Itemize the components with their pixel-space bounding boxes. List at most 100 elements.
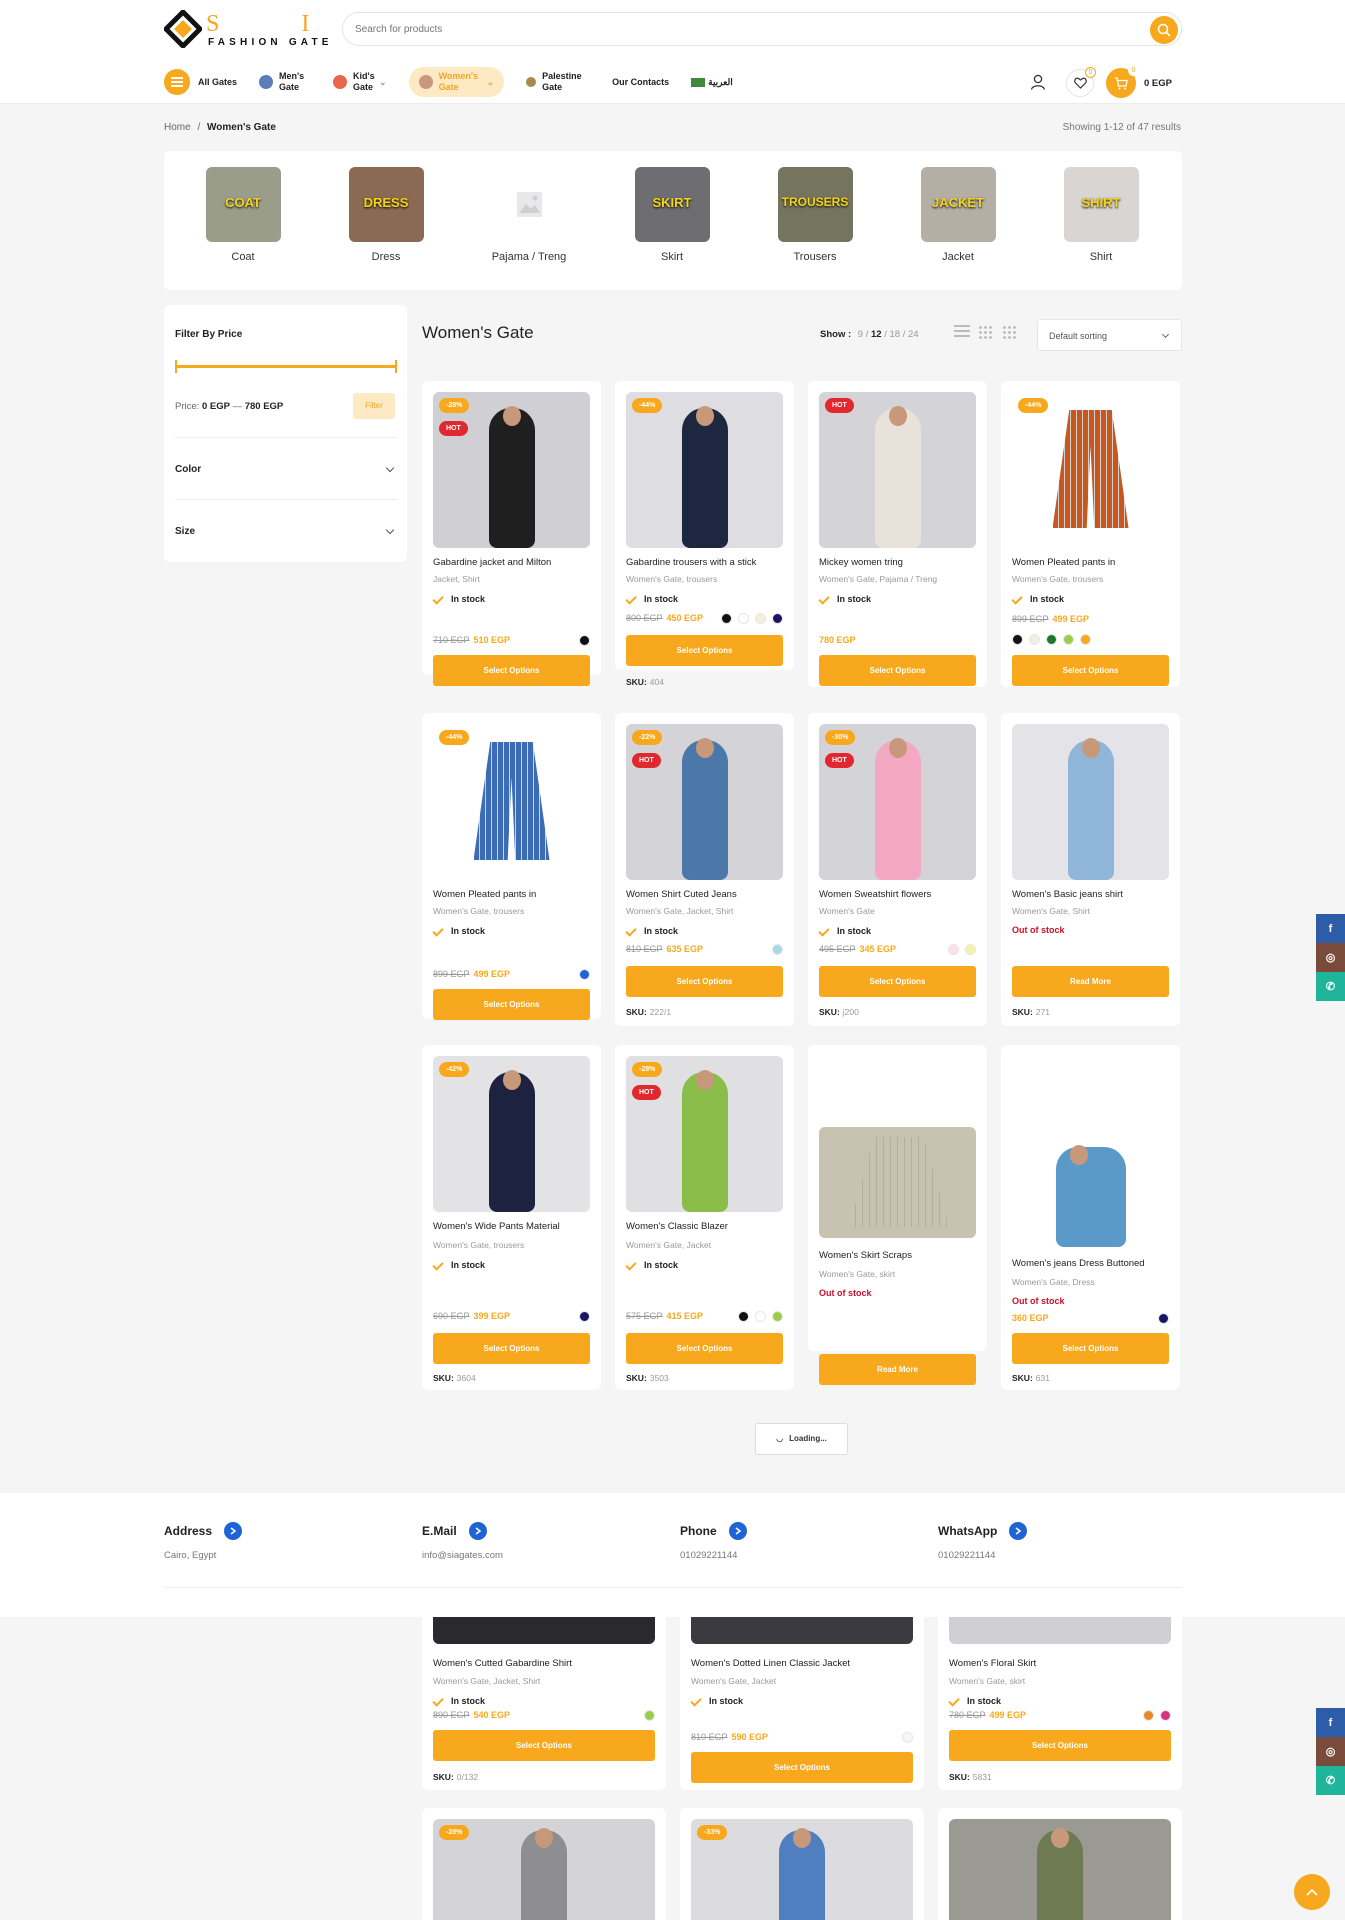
filter-button[interactable]: Filter: [353, 393, 395, 419]
product-card[interactable]: -30% HOT Women Sweatshirt flowers Women's G…: [808, 713, 987, 1026]
product-categories[interactable]: Women's Gate, Pajama / Treng: [819, 574, 937, 584]
nav-our-contacts[interactable]: Our Contacts: [612, 77, 669, 88]
product-categories[interactable]: Women's Gate, Jacket: [626, 1240, 711, 1250]
select-options-button[interactable]: Select Options: [1012, 1333, 1169, 1364]
price-slider[interactable]: [175, 360, 397, 373]
color-swatch[interactable]: [755, 1311, 766, 1322]
product-image[interactable]: [819, 392, 976, 548]
color-swatch[interactable]: [721, 613, 732, 624]
color-facet[interactable]: Color: [175, 437, 397, 499]
product-card[interactable]: -44% Women Pleated pants in Women's Gate, …: [1001, 381, 1180, 687]
select-options-button[interactable]: Select Options: [949, 1730, 1171, 1761]
product-card[interactable]: Women's Floral Skirt Women's Gate, skirt I…: [938, 1617, 1182, 1790]
whatsapp-icon[interactable]: ✆: [1316, 1766, 1345, 1795]
product-card[interactable]: Women's Basic jeans shirt Women's Gate, S…: [1001, 713, 1180, 1026]
product-card[interactable]: -42% Women's Wide Pants Material Women's G…: [422, 1045, 601, 1390]
category-skirt[interactable]: SKIRT Skirt: [612, 167, 732, 263]
sort-select[interactable]: Default sorting: [1037, 319, 1182, 351]
category-coat[interactable]: COAT Coat: [183, 167, 303, 263]
product-categories[interactable]: Women's Gate, trousers: [433, 906, 524, 916]
product-card[interactable]: -44% Gabardine trousers with a stick Women…: [615, 381, 794, 687]
category-trousers[interactable]: TROUSERS Trousers: [755, 167, 875, 263]
color-swatch[interactable]: [644, 1710, 655, 1721]
product-name[interactable]: Women's Classic Blazer: [626, 1221, 728, 1232]
product-image[interactable]: [626, 724, 783, 880]
product-image[interactable]: [691, 1617, 913, 1644]
facebook-icon[interactable]: f: [1316, 914, 1345, 943]
product-image[interactable]: [433, 1617, 655, 1644]
color-swatch[interactable]: [772, 1311, 783, 1322]
user-icon[interactable]: [1030, 74, 1046, 93]
per-page-18[interactable]: 18: [890, 329, 901, 340]
product-name[interactable]: Gabardine trousers with a stick: [626, 557, 756, 568]
grid-3-icon[interactable]: [978, 325, 994, 339]
arrow-right-icon[interactable]: [1009, 1522, 1028, 1540]
logo-icon[interactable]: [162, 8, 204, 50]
arrow-right-icon[interactable]: [224, 1522, 243, 1540]
read-more-button[interactable]: Read More: [1012, 966, 1169, 997]
select-options-button[interactable]: Select Options: [819, 655, 976, 686]
product-categories[interactable]: Women's Gate, Shirt: [1012, 906, 1090, 916]
color-swatch[interactable]: [902, 1732, 913, 1743]
product-image[interactable]: [626, 1056, 783, 1212]
product-image[interactable]: [433, 392, 590, 548]
product-name[interactable]: Women's Floral Skirt: [949, 1658, 1036, 1669]
select-options-button[interactable]: Select Options: [819, 966, 976, 997]
product-categories[interactable]: Women's Gate, trousers: [1012, 574, 1103, 584]
breadcrumb-home[interactable]: Home: [164, 122, 191, 133]
scroll-to-top-button[interactable]: [1294, 1874, 1330, 1910]
whatsapp-icon[interactable]: ✆: [1316, 972, 1345, 1001]
color-swatch[interactable]: [1046, 634, 1057, 645]
color-swatch[interactable]: [579, 635, 590, 646]
product-name[interactable]: Women's Basic jeans shirt: [1012, 889, 1123, 900]
color-swatch[interactable]: [1080, 634, 1091, 645]
product-categories[interactable]: Women's Gate, skirt: [819, 1269, 895, 1279]
facebook-icon[interactable]: f: [1316, 1708, 1345, 1737]
product-image[interactable]: [819, 1127, 976, 1238]
per-page-12[interactable]: 12: [871, 329, 882, 340]
nav-all-gates[interactable]: All Gates: [164, 69, 237, 95]
product-categories[interactable]: Women's Gate: [819, 906, 875, 916]
grid-4-icon[interactable]: [1002, 325, 1018, 339]
select-options-button[interactable]: Select Options: [626, 1333, 783, 1364]
product-image[interactable]: [626, 392, 783, 548]
product-name[interactable]: Women Pleated pants in: [433, 889, 536, 900]
product-categories[interactable]: Jacket, Shirt: [433, 574, 480, 584]
product-name[interactable]: Women's Cutted Gabardine Shirt: [433, 1658, 572, 1669]
category-dress[interactable]: DRESS Dress: [326, 167, 446, 263]
color-swatch[interactable]: [1160, 1710, 1171, 1721]
color-swatch[interactable]: [755, 613, 766, 624]
product-card[interactable]: -28% HOT Women's Classic Blazer Women's Gat…: [615, 1045, 794, 1390]
load-more-button[interactable]: ◡ Loading...: [755, 1423, 848, 1455]
color-swatch[interactable]: [965, 944, 976, 955]
product-card[interactable]: -28% HOT Gabardine jacket and Milton Jacket…: [422, 381, 601, 686]
product-name[interactable]: Gabardine jacket and Milton: [433, 557, 551, 568]
size-facet[interactable]: Size: [175, 499, 397, 561]
product-card[interactable]: HOT Mickey women tring Women's Gate, Pajam…: [808, 381, 987, 687]
product-image[interactable]: [819, 724, 976, 880]
select-options-button[interactable]: Select Options: [433, 1333, 590, 1364]
product-image[interactable]: [1012, 724, 1169, 880]
color-swatch[interactable]: [579, 969, 590, 980]
color-swatch[interactable]: [772, 613, 783, 624]
color-swatch[interactable]: [738, 1311, 749, 1322]
product-categories[interactable]: Women's Gate, Jacket, Shirt: [626, 906, 733, 916]
wishlist-button[interactable]: 0: [1066, 67, 1096, 97]
arrow-right-icon[interactable]: [468, 1522, 487, 1540]
product-name[interactable]: Women Pleated pants in: [1012, 557, 1115, 568]
product-card[interactable]: -28%: [422, 1808, 666, 1920]
product-categories[interactable]: Women's Gate, skirt: [949, 1676, 1025, 1686]
product-categories[interactable]: Women's Gate, trousers: [433, 1240, 524, 1250]
select-options-button[interactable]: Select Options: [1012, 655, 1169, 686]
product-categories[interactable]: Women's Gate, trousers: [626, 574, 717, 584]
select-options-button[interactable]: Select Options: [691, 1752, 913, 1783]
list-view-icon[interactable]: [954, 325, 970, 339]
product-card[interactable]: -33%: [680, 1808, 924, 1920]
color-swatch[interactable]: [772, 944, 783, 955]
product-name[interactable]: Women Sweatshirt flowers: [819, 889, 931, 900]
product-image[interactable]: [433, 724, 590, 880]
select-options-button[interactable]: Select Options: [626, 635, 783, 666]
product-categories[interactable]: Women's Gate, Jacket, Shirt: [433, 1676, 540, 1686]
category-pajama-treng[interactable]: Pajama / Treng: [469, 167, 589, 263]
color-swatch[interactable]: [579, 1311, 590, 1322]
